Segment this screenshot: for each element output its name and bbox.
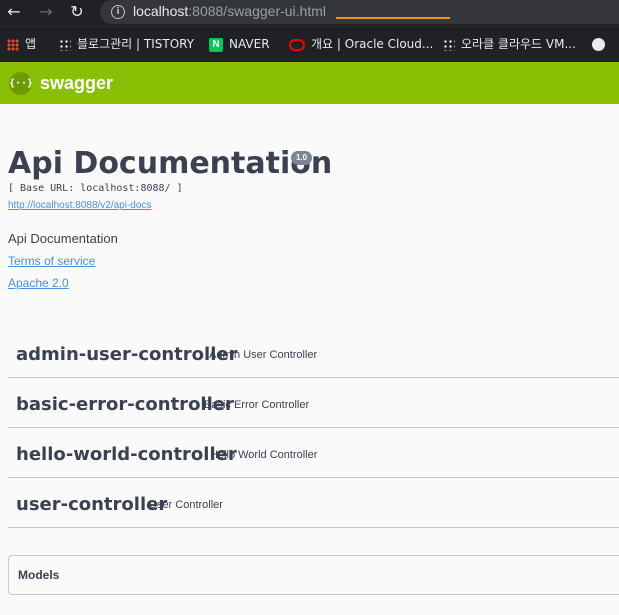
url-text[interactable]: localhost:8088/swagger-ui.html: [133, 3, 326, 19]
controller-section-user[interactable]: user-controller User Controller: [8, 478, 619, 528]
controller-description: Hello World Controller: [210, 449, 318, 461]
bookmark-oracle[interactable]: 개요 | Oracle Cloud...: [289, 36, 433, 52]
api-description: Api Documentation: [8, 231, 118, 246]
info-icon[interactable]: i: [111, 5, 125, 19]
tistory-icon: [59, 38, 71, 51]
bookmark-label: 개요 | Oracle Cloud...: [311, 37, 434, 51]
page-title: Api Documentation: [8, 146, 333, 181]
bookmark-label: 오라클 클라우드 VM...: [461, 37, 576, 51]
controller-name[interactable]: admin-user-controller: [16, 344, 237, 365]
controller-section-hello-world[interactable]: hello-world-controller Hello World Contr…: [8, 428, 619, 478]
tistory-icon: [443, 38, 455, 51]
swagger-topbar: {··} swagger: [0, 62, 619, 104]
oracle-icon: [289, 38, 305, 51]
bookmarks-bar: 앱 블로그관리 | TISTORY N NAVER 개요 | Oracle Clo…: [0, 26, 619, 63]
bookmark-oracle-vm[interactable]: 오라클 클라우드 VM...: [443, 36, 576, 52]
forward-arrow-icon[interactable]: →: [36, 2, 56, 22]
bookmark-naver[interactable]: N NAVER: [209, 36, 270, 52]
terms-of-service-link[interactable]: Terms of service: [8, 254, 95, 268]
controller-name[interactable]: basic-error-controller: [16, 394, 234, 415]
controller-description: Admin User Controller: [209, 349, 318, 361]
models-section[interactable]: Models: [8, 555, 619, 595]
bookmark-tistory[interactable]: 블로그관리 | TISTORY: [59, 36, 194, 52]
address-bar[interactable]: i localhost:8088/swagger-ui.html: [100, 0, 619, 24]
api-docs-link[interactable]: http://localhost:8088/v2/api-docs: [8, 200, 151, 211]
swagger-logo-icon[interactable]: {··}: [9, 72, 33, 95]
version-badge: 1.0: [291, 151, 312, 165]
url-path: :8088/swagger-ui.html: [188, 3, 327, 19]
reload-icon[interactable]: ↻: [67, 2, 87, 22]
url-host: localhost: [133, 3, 189, 19]
bookmark-apps[interactable]: 앱: [7, 36, 36, 52]
naver-icon: N: [209, 37, 223, 52]
license-link[interactable]: Apache 2.0: [8, 276, 69, 290]
bookmark-label: 앱: [25, 37, 37, 51]
browser-toolbar: ← → ↻ i localhost:8088/swagger-ui.html: [0, 0, 619, 26]
bookmark-label: NAVER: [229, 37, 270, 51]
controller-section-basic-error[interactable]: basic-error-controller Basic Error Contr…: [8, 378, 619, 428]
controller-section-admin-user[interactable]: admin-user-controller Admin User Control…: [8, 328, 619, 378]
controller-description: User Controller: [149, 499, 223, 511]
url-highlight-underline: [336, 17, 450, 19]
controller-name[interactable]: hello-world-controller: [16, 444, 237, 465]
globe-icon: [592, 38, 605, 51]
models-heading[interactable]: Models: [18, 568, 59, 582]
controller-description: Basic Error Controller: [204, 399, 310, 411]
swagger-logo-text[interactable]: swagger: [40, 73, 113, 94]
base-url: [ Base URL: localhost:8088/ ]: [8, 183, 183, 194]
bookmark-label: 블로그관리 | TISTORY: [77, 37, 195, 51]
controller-name[interactable]: user-controller: [16, 494, 167, 515]
bookmark-globe[interactable]: [592, 36, 611, 52]
back-arrow-icon[interactable]: ←: [4, 2, 24, 22]
apps-grid-icon: [7, 38, 19, 51]
